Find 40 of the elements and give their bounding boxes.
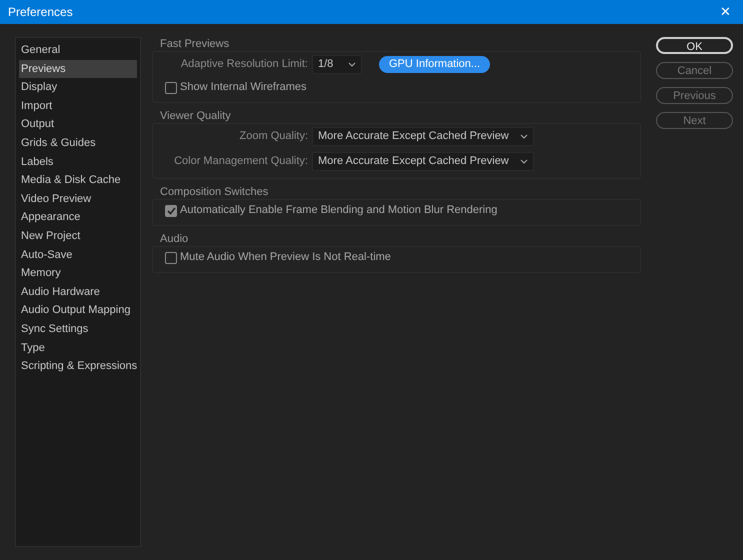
category-item[interactable]: Auto-Save — [19, 246, 137, 264]
checkbox-label: Automatically Enable Frame Blending and Motion Blur Rendering — [180, 203, 498, 218]
close-button[interactable]: ✕ — [716, 2, 735, 22]
checkbox-label: Show Internal Wireframes — [180, 80, 307, 96]
field-label: Adaptive Resolution Limit: — [180, 57, 308, 72]
category-item[interactable]: General — [19, 41, 137, 60]
checkbox[interactable] — [165, 252, 177, 264]
category-item[interactable]: Audio Hardware — [19, 282, 137, 302]
chevron-icon — [520, 159, 528, 164]
category-item[interactable]: Sync Settings — [19, 320, 137, 338]
section-title: Fast Previews — [159, 37, 230, 51]
category-item[interactable]: Type — [19, 338, 137, 358]
field-label: Zoom Quality: — [238, 129, 308, 144]
dropdown[interactable]: More Accurate Except Cached Preview — [312, 152, 534, 171]
category-item[interactable]: Output — [19, 115, 137, 134]
checkbox[interactable] — [165, 82, 177, 94]
section-title: Viewer Quality — [159, 109, 232, 123]
chevron-icon — [520, 134, 528, 139]
section-title: Composition Switches — [159, 185, 270, 199]
category-item[interactable]: Labels — [19, 152, 137, 172]
category-item[interactable]: Grids & Guides — [19, 134, 137, 153]
category-item[interactable]: Memory — [19, 264, 137, 283]
dropdown[interactable]: 1/8 — [312, 55, 362, 74]
section-title: Audio — [159, 232, 190, 246]
category-item[interactable]: Scripting & Expressions — [19, 357, 137, 376]
category-item[interactable]: Appearance — [19, 208, 137, 227]
window-title: Preferences — [8, 4, 73, 21]
field-label: Color Management Quality: — [173, 154, 308, 170]
category-item[interactable]: Audio Output Mapping — [19, 301, 137, 320]
category-item[interactable]: Import — [19, 96, 137, 116]
category-item[interactable]: New Project — [19, 226, 137, 246]
category-item[interactable]: Media & Disk Cache — [19, 171, 137, 190]
dialog-button[interactable]: OK — [656, 37, 733, 54]
dropdown[interactable]: More Accurate Except Cached Preview — [312, 127, 534, 146]
checkbox[interactable] — [165, 204, 177, 216]
chevron-icon — [348, 62, 356, 67]
category-item[interactable]: Display — [19, 78, 137, 97]
checkbox-label: Mute Audio When Preview Is Not Real-time — [180, 250, 391, 266]
category-item[interactable]: Previews — [19, 60, 137, 78]
category-item[interactable]: Video Preview — [19, 190, 137, 208]
